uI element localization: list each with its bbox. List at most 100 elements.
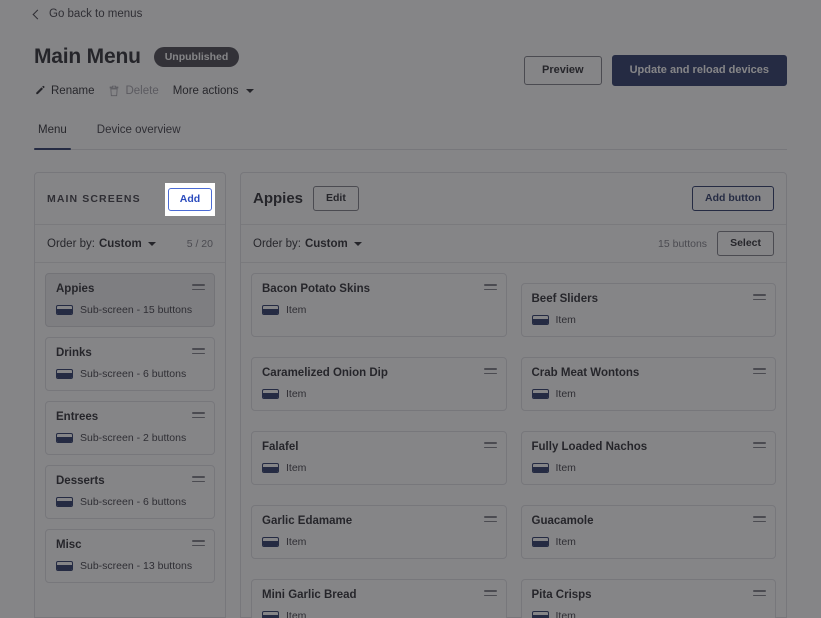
screen-icon <box>531 537 549 547</box>
screen-icon <box>56 433 73 443</box>
screen-icon <box>262 305 279 315</box>
status-badge: Unpublished <box>153 47 240 67</box>
list-item-meta-label: Sub-screen - 6 buttons <box>80 368 187 380</box>
list-item-title: Fully Loaded Nachos <box>531 441 648 453</box>
list-item[interactable]: Drinks Sub-screen - 6 buttons <box>45 337 215 391</box>
page-container: Go back to menus Main Menu Unpublished P… <box>14 0 807 618</box>
list-item-meta: Item <box>262 388 496 400</box>
drag-handle-icon[interactable] <box>192 476 205 484</box>
screen-icon <box>56 561 73 571</box>
list-item-meta: Item <box>262 610 496 618</box>
drag-handle-icon[interactable] <box>483 442 497 450</box>
list-item[interactable]: Desserts Sub-screen - 6 buttons <box>45 465 215 519</box>
list-item[interactable]: Guacamole Item <box>520 505 776 559</box>
list-item-meta-label: Item <box>286 610 307 618</box>
drag-handle-icon[interactable] <box>483 516 497 524</box>
main-screens-panel: MAIN SCREENS Add Order by: Custom 5 / 20… <box>34 172 226 618</box>
list-item[interactable]: Misc Sub-screen - 13 buttons <box>45 529 215 583</box>
list-item-meta-label: Item <box>286 304 307 316</box>
drag-handle-icon[interactable] <box>483 590 497 598</box>
breadcrumb-label: Go back to menus <box>49 8 143 20</box>
secondary-actions: Rename Delete More actions <box>34 85 254 97</box>
breadcrumb-back-link[interactable]: Go back to menus <box>32 8 143 20</box>
app-page: Go back to menus Main Menu Unpublished P… <box>0 0 821 618</box>
list-item[interactable]: Mini Garlic Bread Item <box>251 579 507 618</box>
add-screen-button-highlighted[interactable]: Add <box>167 188 213 211</box>
list-item[interactable]: Appies Sub-screen - 15 buttons <box>45 273 215 327</box>
list-item-title: Garlic Edamame <box>262 515 353 527</box>
buttons-subheader-right: 15 buttons Select <box>658 231 774 256</box>
list-item-meta: Item <box>262 462 496 474</box>
list-item[interactable]: Beef Sliders Item <box>520 283 776 337</box>
list-item[interactable]: Fully Loaded Nachos Item <box>520 431 776 485</box>
select-button[interactable]: Select <box>717 231 774 256</box>
order-by-label: Order by: <box>253 237 301 250</box>
rename-action[interactable]: Rename <box>34 85 94 97</box>
list-item-meta-label: Item <box>555 536 576 548</box>
list-item-meta-label: Sub-screen - 6 buttons <box>80 496 187 508</box>
buttons-panel: Appies Edit Add button Order by: Custom … <box>240 172 787 618</box>
drag-handle-icon[interactable] <box>192 540 205 548</box>
tab-menu[interactable]: Menu <box>34 124 71 150</box>
pencil-icon <box>36 85 45 95</box>
drag-handle-icon[interactable] <box>192 284 205 292</box>
main-screens-list: Appies Sub-screen - 15 buttons Drinks Sub-s… <box>35 263 225 583</box>
current-screen-title: Appies <box>253 190 304 207</box>
list-item-title: Guacamole <box>531 515 594 527</box>
list-item-meta-label: Sub-screen - 13 buttons <box>80 560 193 572</box>
list-item[interactable]: Entrees Sub-screen - 2 buttons <box>45 401 215 455</box>
screen-icon <box>531 389 549 399</box>
list-item-meta: Item <box>531 462 766 474</box>
list-item-meta-label: Item <box>555 388 576 400</box>
chevron-left-icon <box>32 9 43 19</box>
order-by-value: Custom <box>98 237 142 250</box>
screen-icon <box>531 611 549 618</box>
drag-handle-icon[interactable] <box>192 412 205 420</box>
drag-handle-icon[interactable] <box>753 442 766 450</box>
page-title: Main Menu <box>34 45 141 68</box>
list-item-meta: Sub-screen - 6 buttons <box>56 368 204 380</box>
spotlight-highlight: Add <box>165 183 215 216</box>
list-item-title: Entrees <box>56 411 99 423</box>
drag-handle-icon[interactable] <box>483 284 497 292</box>
list-item-meta: Item <box>531 314 766 326</box>
list-item-title: Desserts <box>56 475 105 487</box>
chevron-down-icon <box>245 89 254 93</box>
drag-handle-icon[interactable] <box>753 294 766 302</box>
buttons-header: Appies Edit Add button <box>241 173 786 225</box>
list-item[interactable]: Crab Meat Wontons Item <box>520 357 776 411</box>
list-item[interactable]: Falafel Item <box>251 431 507 485</box>
list-item[interactable]: Pita Crisps Item <box>520 579 776 618</box>
panels-wrapper: MAIN SCREENS Add Order by: Custom 5 / 20… <box>34 172 787 618</box>
update-and-reload-devices-button[interactable]: Update and reload devices <box>611 55 787 87</box>
screen-icon <box>56 497 73 507</box>
screen-icon <box>531 463 549 473</box>
add-button-button[interactable]: Add button <box>692 186 774 211</box>
preview-button[interactable]: Preview <box>524 56 602 86</box>
edit-screen-button[interactable]: Edit <box>313 186 359 211</box>
screen-icon <box>262 389 279 399</box>
list-item[interactable]: Caramelized Onion Dip Item <box>251 357 507 411</box>
drag-handle-icon[interactable] <box>753 590 766 598</box>
chevron-down-icon <box>147 241 156 246</box>
more-actions-menu[interactable]: More actions <box>173 85 254 97</box>
list-item-title: Bacon Potato Skins <box>262 283 370 295</box>
list-item-meta: Item <box>531 610 766 618</box>
list-item[interactable]: Garlic Edamame Item <box>251 505 507 559</box>
drag-handle-icon[interactable] <box>753 516 766 524</box>
drag-handle-icon[interactable] <box>192 348 205 356</box>
drag-handle-icon[interactable] <box>753 368 766 376</box>
list-item-meta: Sub-screen - 2 buttons <box>56 432 204 444</box>
order-by-dropdown-screens[interactable]: Order by: Custom <box>47 238 156 250</box>
tab-device-overview[interactable]: Device overview <box>93 124 185 149</box>
drag-handle-icon[interactable] <box>483 368 497 376</box>
order-by-dropdown-buttons[interactable]: Order by: Custom <box>253 238 362 250</box>
main-screens-subheader: Order by: Custom 5 / 20 <box>35 225 225 263</box>
delete-label: Delete <box>125 85 159 97</box>
list-item[interactable]: Bacon Potato Skins Item <box>251 273 507 337</box>
list-item-meta: Sub-screen - 13 buttons <box>56 560 204 572</box>
more-actions-label: More actions <box>172 85 239 97</box>
list-item-meta: Item <box>531 536 766 548</box>
list-item-title: Drinks <box>56 347 92 359</box>
list-item-meta: Item <box>262 536 496 548</box>
